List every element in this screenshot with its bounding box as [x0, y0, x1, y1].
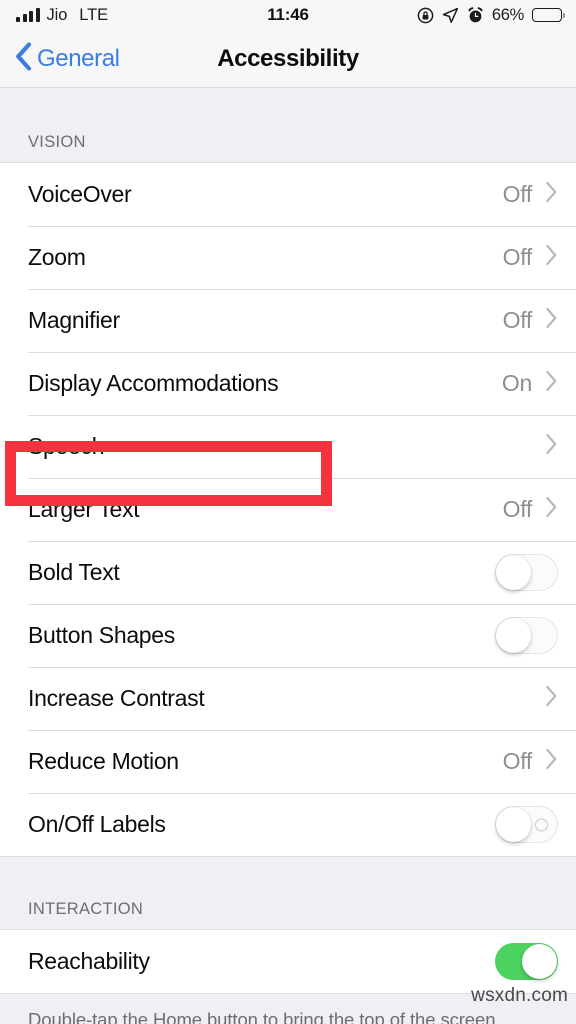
status-bar-left: Jio LTE	[16, 6, 417, 25]
row-increase-contrast[interactable]: Increase Contrast	[0, 667, 576, 730]
row-label: Reduce Motion	[28, 748, 179, 774]
chevron-right-icon	[545, 496, 558, 523]
row-value: Off	[502, 181, 533, 207]
row-label: Increase Contrast	[28, 685, 205, 711]
toggle-reachability[interactable]	[495, 943, 558, 980]
toggle-button-shapes[interactable]	[495, 617, 558, 654]
chevron-right-icon	[545, 307, 558, 334]
row-accessory	[495, 943, 558, 980]
row-label: Magnifier	[28, 307, 120, 333]
watermark: wsxdn.com	[471, 985, 568, 1006]
row-larger-text[interactable]: Larger Text Off	[0, 478, 576, 541]
row-value: Off	[502, 748, 533, 774]
row-magnifier[interactable]: Magnifier Off	[0, 289, 576, 352]
section-header-interaction: INTERACTION	[0, 857, 576, 929]
battery-percent-label: 66%	[491, 5, 524, 24]
row-label: VoiceOver	[28, 181, 132, 207]
row-accessory: On	[502, 370, 558, 397]
row-accessory	[532, 433, 558, 460]
chevron-right-icon	[545, 748, 558, 775]
chevron-right-icon	[545, 370, 558, 397]
toggle-knob	[496, 807, 531, 842]
rotation-lock-icon	[417, 7, 434, 24]
row-label: Reachability	[28, 948, 150, 974]
iphone-screen: Jio LTE 11:46 66% General Accessibility …	[0, 0, 576, 1024]
signal-bars-icon	[16, 8, 40, 22]
row-value: Off	[502, 244, 533, 270]
row-accessory: Off	[503, 307, 558, 334]
toggle-knob	[522, 944, 557, 979]
row-label: On/Off Labels	[28, 811, 166, 837]
row-zoom[interactable]: Zoom Off	[0, 226, 576, 289]
row-label: Button Shapes	[28, 622, 175, 648]
chevron-right-icon	[545, 181, 558, 208]
location-arrow-icon	[442, 7, 459, 24]
status-bar: Jio LTE 11:46 66%	[0, 0, 576, 30]
alarm-clock-icon	[467, 6, 484, 24]
chevron-right-icon	[545, 433, 558, 460]
vision-group: VoiceOver Off Zoom Off Magnifier Off Dis…	[0, 162, 576, 857]
carrier-label: Jio	[46, 5, 68, 24]
row-label: Larger Text	[28, 496, 140, 522]
toggle-on-off-labels[interactable]	[495, 806, 558, 843]
row-accessory	[495, 806, 558, 843]
row-speech[interactable]: Speech	[0, 415, 576, 478]
battery-icon	[532, 7, 565, 23]
chevron-right-icon	[545, 685, 558, 712]
row-accessory: Off	[503, 748, 558, 775]
settings-list[interactable]: VISION VoiceOver Off Zoom Off Magnifier …	[0, 88, 576, 1024]
row-reachability[interactable]: Reachability	[0, 930, 576, 993]
row-label: Speech	[28, 433, 105, 459]
row-accessory: Off	[503, 244, 558, 271]
status-bar-right: 66%	[417, 5, 565, 25]
row-voiceover[interactable]: VoiceOver Off	[0, 163, 576, 226]
chevron-right-icon	[545, 244, 558, 271]
row-value: Off	[502, 496, 533, 522]
toggle-knob	[496, 618, 531, 653]
row-accessory: Off	[503, 181, 558, 208]
row-value: Off	[502, 307, 533, 333]
row-on-off-labels[interactable]: On/Off Labels	[0, 793, 576, 856]
toggle-bold-text[interactable]	[495, 554, 558, 591]
chevron-left-icon	[15, 41, 32, 76]
navigation-bar: General Accessibility	[0, 30, 576, 88]
row-label: Display Accommodations	[28, 370, 279, 396]
row-display-accommodations[interactable]: Display Accommodations On	[0, 352, 576, 415]
back-button-label: General	[37, 44, 120, 72]
row-accessory: Off	[503, 496, 558, 523]
row-reduce-motion[interactable]: Reduce Motion Off	[0, 730, 576, 793]
row-label: Bold Text	[28, 559, 120, 585]
row-accessory	[532, 685, 558, 712]
network-type-label: LTE	[79, 5, 109, 24]
toggle-knob	[496, 555, 531, 590]
row-label: Zoom	[28, 244, 86, 270]
row-bold-text[interactable]: Bold Text	[0, 541, 576, 604]
back-button[interactable]: General	[0, 41, 120, 76]
off-label-circle-icon	[535, 818, 548, 831]
row-button-shapes[interactable]: Button Shapes	[0, 604, 576, 667]
section-header-vision: VISION	[0, 88, 576, 162]
row-value: On	[501, 370, 532, 396]
row-accessory	[495, 617, 558, 654]
row-accessory	[495, 554, 558, 591]
